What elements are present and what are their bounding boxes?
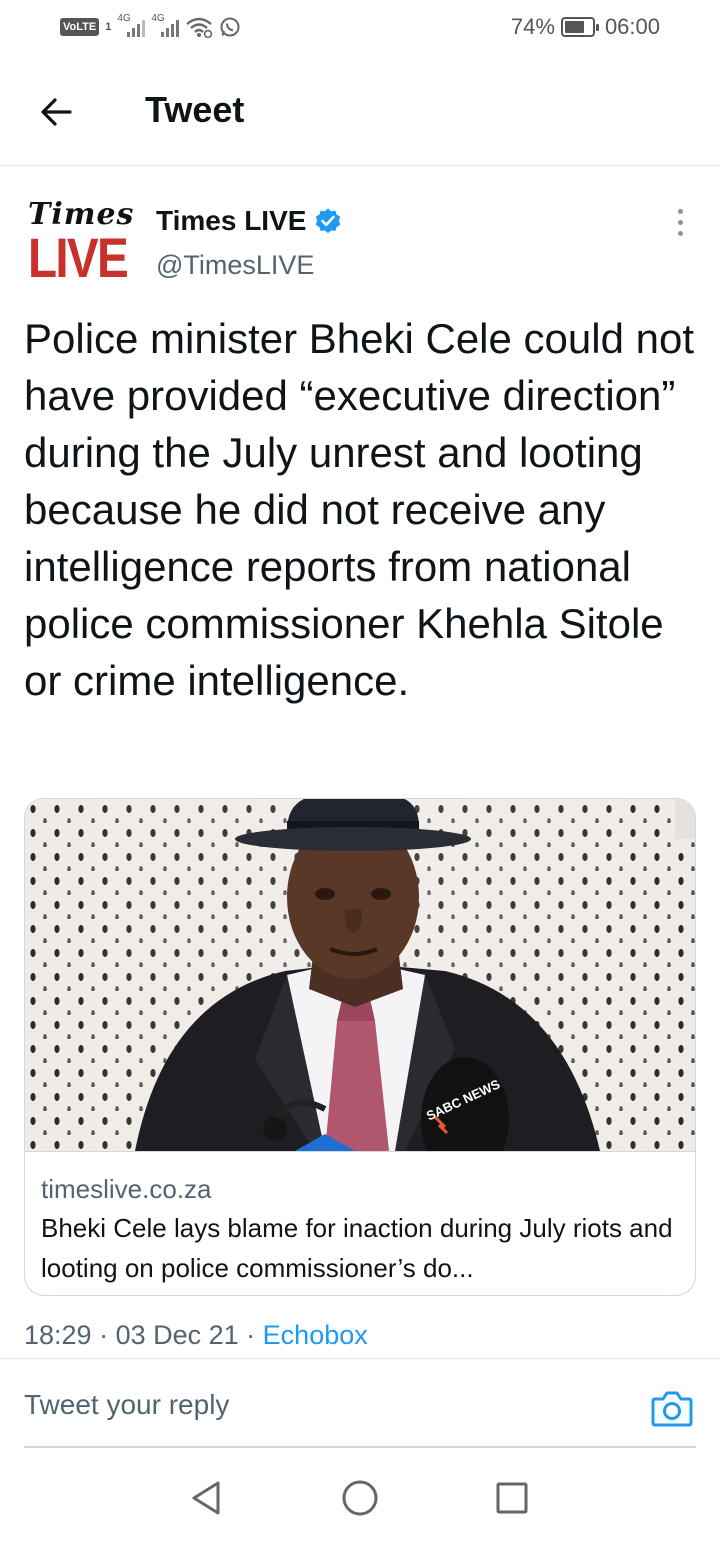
top-app-bar: Tweet: [0, 54, 720, 166]
network-type: 4G: [151, 13, 165, 24]
reply-bar: Tweet your reply: [0, 1358, 720, 1448]
signal-icon: 4G: [151, 13, 180, 37]
tweet-date: 03 Dec 21: [115, 1320, 239, 1350]
tweet-timestamp: 18:29 · 03 Dec 21 · Echobox: [24, 1320, 368, 1351]
camera-icon: [651, 1391, 693, 1427]
battery-icon: [560, 17, 599, 37]
status-bar: VoLTE 1 4G 4G 74% 06:00: [0, 0, 720, 54]
card-title: Bheki Cele lays blame for inaction durin…: [41, 1213, 673, 1283]
reply-input[interactable]: Tweet your reply: [24, 1389, 229, 1421]
signal-icon: 4G: [117, 13, 146, 37]
nav-home-button[interactable]: [340, 1478, 380, 1518]
author-avatar[interactable]: Times LIVE: [28, 198, 133, 294]
verified-badge-icon: [316, 208, 341, 234]
author-name-row[interactable]: Times LIVE: [156, 205, 342, 237]
system-nav-bar: [0, 1448, 720, 1541]
status-right: 74% 06:00: [511, 14, 660, 40]
nav-back-button[interactable]: [186, 1478, 226, 1518]
status-left: VoLTE 1 4G 4G: [60, 13, 241, 40]
volte-icon: VoLTE: [60, 18, 100, 36]
wifi-icon: [186, 17, 213, 38]
back-triangle-icon: [192, 1481, 220, 1515]
camera-button[interactable]: [650, 1387, 694, 1431]
back-button[interactable]: [32, 88, 80, 136]
card-image[interactable]: SABC NEWS: [25, 799, 695, 1151]
nav-recents-button[interactable]: [492, 1478, 532, 1518]
battery-percent: 74%: [510, 14, 555, 39]
more-vertical-icon: [677, 208, 683, 214]
author-handle[interactable]: @TimesLIVE: [156, 250, 314, 281]
tweet-time: 18:29: [24, 1320, 92, 1350]
network-type: 4G: [117, 13, 131, 24]
more-options-button[interactable]: [666, 204, 694, 240]
card-domain: timeslive.co.za: [41, 1174, 212, 1204]
arrow-left-icon: [41, 98, 72, 126]
card-meta[interactable]: timeslive.co.za Bheki Cele lays blame fo…: [25, 1151, 695, 1295]
tweet-text: Police minister Bheki Cele could not hav…: [24, 315, 694, 704]
home-circle-icon: [342, 1480, 378, 1516]
author-name[interactable]: Times LIVE: [156, 205, 306, 237]
sim-number: 1: [105, 21, 112, 33]
news-photo: SABC NEWS: [25, 799, 695, 1151]
recents-square-icon: [496, 1482, 528, 1514]
logo-live-text: LIVE: [28, 226, 129, 289]
separator: ·: [91, 1320, 116, 1350]
link-card[interactable]: SABC NEWS timeslive.co.za Bheki Cele lay…: [24, 798, 696, 1296]
whatsapp-icon: [220, 17, 240, 37]
battery-fill: [564, 21, 585, 33]
status-time: 06:00: [604, 14, 660, 39]
tweet-source-link[interactable]: Echobox: [263, 1320, 368, 1350]
page-title: Tweet: [145, 89, 245, 130]
separator: ·: [238, 1320, 263, 1350]
